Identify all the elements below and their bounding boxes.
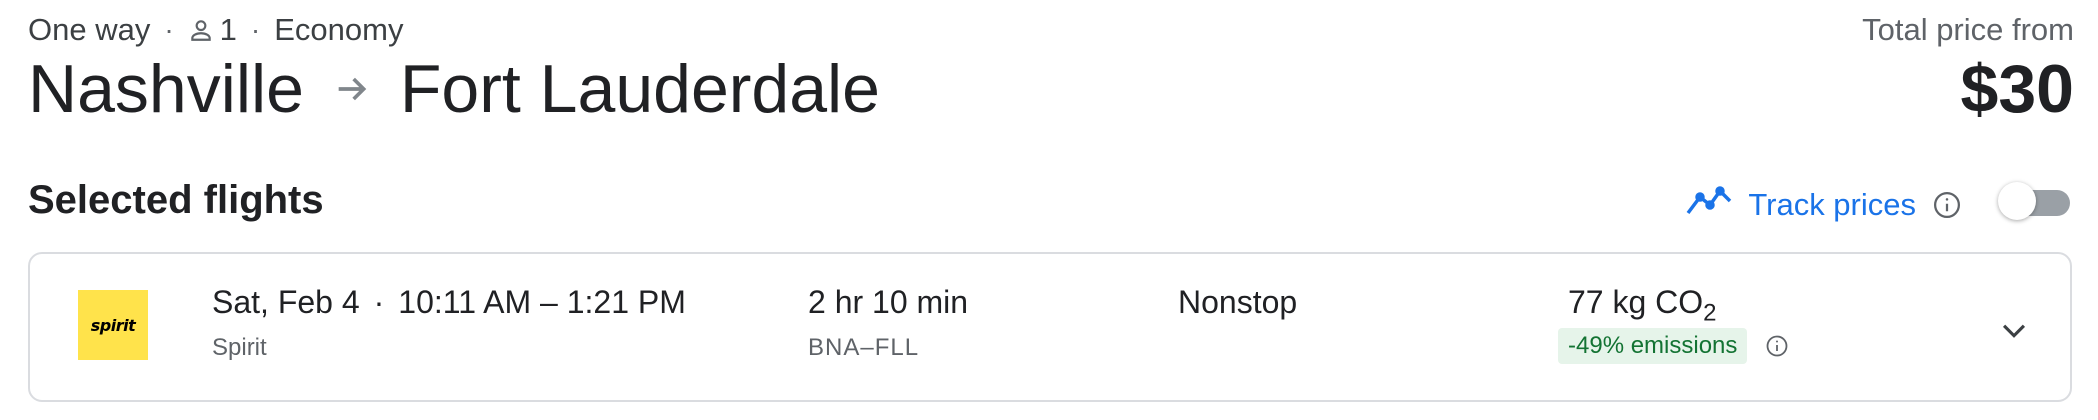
separator-dot: ·: [164, 14, 174, 45]
separator-dot: ·: [250, 14, 261, 45]
track-prices-button[interactable]: Track prices: [1686, 185, 1962, 225]
track-prices-toggle[interactable]: [1998, 182, 2074, 220]
flight-times: Sat, Feb 4 · 10:11 AM – 1:21 PM: [212, 284, 686, 321]
co2-value: 77 kg CO: [1568, 284, 1704, 320]
trend-icon: [1686, 185, 1732, 225]
separator-dot: ·: [373, 284, 385, 320]
chevron-down-icon[interactable]: [1994, 310, 2034, 350]
flight-duration: 2 hr 10 min: [808, 284, 969, 320]
cabin-class: Economy: [274, 12, 404, 47]
co2-emissions: 77 kg CO2: [1568, 284, 1717, 327]
airline-logo-text: spirit: [90, 315, 136, 335]
emissions-badge: -49% emissions: [1558, 328, 1748, 364]
section-title: Selected flights: [28, 178, 324, 222]
info-icon[interactable]: [1932, 190, 1962, 220]
destination-city: Fort Lauderdale: [399, 51, 880, 127]
trip-summary: One way · 1 · Economy: [28, 12, 403, 48]
track-prices-label: Track prices: [1748, 187, 1916, 222]
passenger-count: 1: [188, 12, 237, 48]
trip-type: One way: [28, 12, 151, 47]
emissions-info: -49% emissions: [1558, 328, 1789, 364]
route-title: Nashville Fort Lauderdale: [28, 50, 880, 128]
total-price-value: $30: [1960, 51, 2074, 127]
flight-stops: Nonstop: [1178, 284, 1298, 320]
flight-time-range: 10:11 AM – 1:21 PM: [398, 284, 686, 320]
flight-card[interactable]: spirit Sat, Feb 4 · 10:11 AM – 1:21 PM S…: [28, 252, 2072, 402]
total-price-label: Total price from: [1862, 12, 2074, 47]
co2-subscript: 2: [1703, 299, 1717, 327]
origin-city: Nashville: [28, 51, 304, 127]
passenger-number: 1: [219, 12, 237, 47]
info-icon[interactable]: [1765, 334, 1789, 358]
airline-name: Spirit: [212, 334, 267, 361]
arrow-right-icon: [332, 69, 372, 109]
flight-date: Sat, Feb 4: [212, 284, 360, 320]
person-icon: [188, 17, 214, 43]
toggle-knob: [1998, 182, 2036, 220]
airline-logo: spirit: [78, 290, 148, 360]
airport-codes: BNA–FLL: [808, 334, 920, 361]
